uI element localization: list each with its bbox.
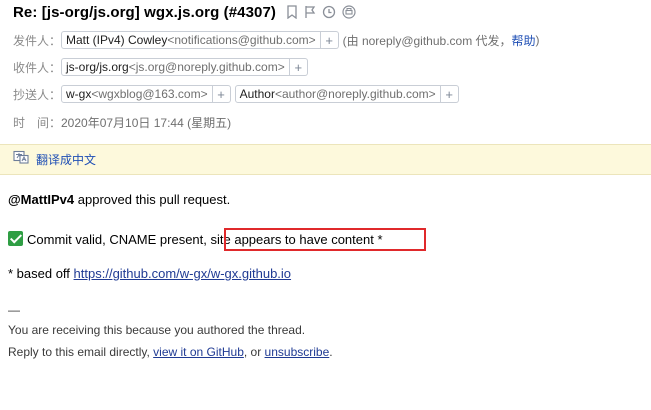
time-value: 2020年07月10日 17:44 (星期五) <box>61 115 232 130</box>
from-name: Matt (IPv4) Cowley <box>66 33 168 47</box>
to-chip[interactable]: js-org/js.org <js.org@noreply.github.com… <box>61 58 290 76</box>
highlight-annotation-box <box>224 228 426 251</box>
from-add-contact-button[interactable]: + <box>320 31 339 49</box>
unsubscribe-link[interactable]: unsubscribe <box>265 345 330 359</box>
cc-add-contact-button[interactable]: + <box>212 85 231 103</box>
cc-name: Author <box>239 87 275 101</box>
to-name: js-org/js.org <box>66 60 129 74</box>
cc-chip-author[interactable]: Author <author@noreply.github.com> <box>234 85 441 103</box>
from-via-text: (由 noreply@github.com 代发， <box>342 33 512 48</box>
cc-label: 抄送人： <box>13 87 62 102</box>
repo-link[interactable]: https://github.com/w-gx/w-gx.github.io <box>74 266 292 281</box>
from-close-paren: ) <box>535 33 540 47</box>
cc-chip-wgx[interactable]: w-gx <wgxblog@163.com> <box>61 85 213 103</box>
email-subject-row: Re: [js-org/js.org] wgx.js.org (#4307) <box>13 2 356 22</box>
user-mention: @MattIPv4 <box>8 192 75 207</box>
help-link[interactable]: 帮助 <box>512 32 536 49</box>
commit-text: Commit valid, CNAME present, <box>27 232 207 247</box>
approved-text: approved this pull request. <box>74 192 231 207</box>
from-chip[interactable]: Matt (IPv4) Cowley <notifications@github… <box>61 31 321 49</box>
based-text: * based off <box>8 266 74 281</box>
approved-line: @MattIPv4 approved this pull request. <box>8 192 230 207</box>
time-label: 时 间： <box>13 115 62 130</box>
separator: — <box>8 303 20 317</box>
reply-end: . <box>329 345 333 359</box>
flag-icon[interactable] <box>304 5 316 19</box>
translate-bar: 翻译成中文 <box>0 144 651 175</box>
cc-row: 抄送人： w-gx <wgxblog@163.com> + Author <au… <box>13 84 463 104</box>
from-label: 发件人： <box>13 33 62 48</box>
cc-add-contact-button[interactable]: + <box>440 85 459 103</box>
clock-icon[interactable] <box>322 5 336 19</box>
to-addr: <js.org@noreply.github.com> <box>128 60 285 74</box>
cc-addr: <wgxblog@163.com> <box>91 87 208 101</box>
translate-icon[interactable] <box>13 150 29 169</box>
from-addr: <notifications@github.com> <box>167 33 316 47</box>
print-icon[interactable] <box>342 5 356 19</box>
email-subject: Re: [js-org/js.org] wgx.js.org (#4307) <box>13 3 277 21</box>
from-row: 发件人： Matt (IPv4) Cowley <notifications@g… <box>13 30 540 50</box>
reply-mid: , or <box>243 345 265 359</box>
based-line: * based off https://github.com/w-gx/w-gx… <box>8 266 291 281</box>
reply-prefix: Reply to this email directly, <box>8 345 154 359</box>
bookmark-icon[interactable] <box>286 5 298 19</box>
check-mark-icon <box>8 231 23 246</box>
to-add-contact-button[interactable]: + <box>289 58 308 76</box>
cc-name: w-gx <box>66 87 92 101</box>
cc-addr: <author@noreply.github.com> <box>274 87 436 101</box>
view-on-github-link[interactable]: view it on GitHub <box>153 345 244 359</box>
to-row: 收件人： js-org/js.org <js.org@noreply.githu… <box>13 57 312 77</box>
receiving-text: You are receiving this because you autho… <box>8 323 306 337</box>
to-label: 收件人： <box>13 60 62 75</box>
reply-line: Reply to this email directly, view it on… <box>8 345 333 359</box>
translate-link[interactable]: 翻译成中文 <box>36 151 96 168</box>
time-row: 时 间： 2020年07月10日 17:44 (星期五) <box>13 112 231 132</box>
